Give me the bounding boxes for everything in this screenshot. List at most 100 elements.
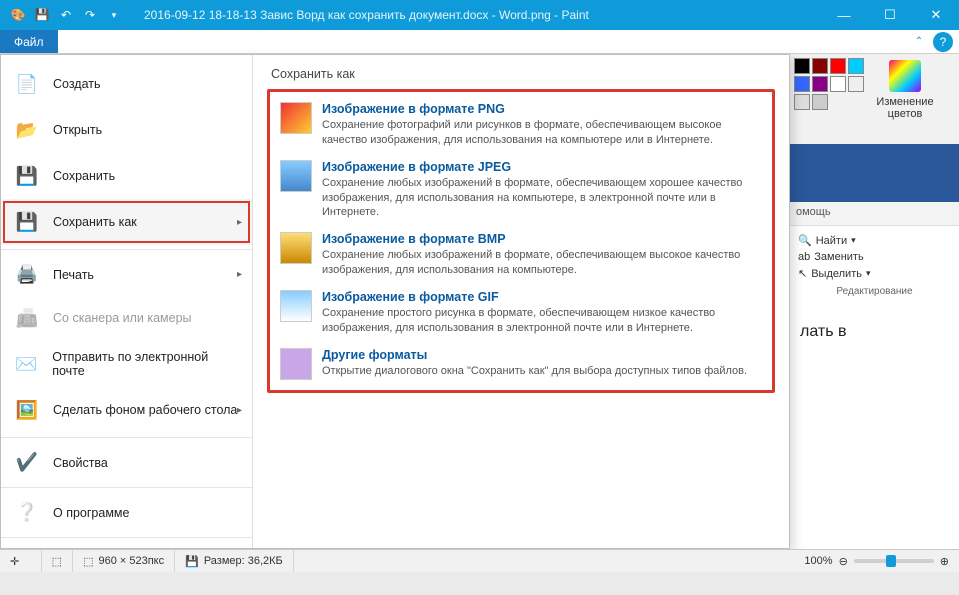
menu-item-scanner: Со сканера или камеры	[1, 295, 252, 341]
menu-label: Создать	[53, 77, 101, 91]
option-title: Изображение в формате BMP	[322, 232, 762, 246]
scanner-icon	[15, 306, 39, 330]
file-submenu: Сохранить как Изображение в формате PNGС…	[253, 55, 789, 548]
option-desc: Открытие диалогового окна "Сохранить как…	[322, 364, 747, 379]
color-swatch[interactable]	[848, 58, 864, 74]
save-as-icon	[15, 210, 39, 234]
dims-value: 960 × 523пкс	[98, 555, 164, 567]
crosshair-icon: ✛	[10, 555, 19, 568]
submenu-arrow-icon: ▸	[237, 217, 242, 228]
save-as-options: Изображение в формате PNG Сохранение фото…	[267, 89, 775, 393]
save-icon	[15, 164, 39, 188]
file-menu: Создать Открыть Сохранить Сохранить как ▸…	[0, 54, 790, 549]
collapse-ribbon-icon[interactable]: ⌃	[909, 30, 929, 53]
file-tab[interactable]: Файл	[0, 30, 58, 53]
status-coords: ✛+	[0, 550, 42, 572]
editing-group-label: Редактирование	[798, 282, 951, 297]
select-button[interactable]: ↖ Выделить ▾	[798, 265, 951, 282]
save-as-jpeg[interactable]: Изображение в формате JPEG Сохранение люб…	[272, 154, 770, 227]
option-title: Изображение в формате GIF	[322, 290, 762, 304]
replace-button[interactable]: abЗаменить	[798, 249, 951, 265]
word-document-peek: омощь 🔍 Найти ▾ abЗаменить ↖ Выделить ▾ Реда…	[789, 144, 959, 572]
menu-item-properties[interactable]: Свойства	[1, 437, 252, 483]
menu-item-desktop-bg[interactable]: Сделать фоном рабочего стола▸	[1, 387, 252, 433]
save-as-other[interactable]: Другие форматыОткрытие диалогового окна …	[272, 342, 770, 386]
qat-dropdown-icon[interactable]: ▾	[106, 7, 122, 23]
menu-item-open[interactable]: Открыть	[1, 107, 252, 153]
window-controls: — ☐ ✕	[821, 0, 959, 30]
option-title: Изображение в формате PNG	[322, 102, 762, 116]
find-icon: 🔍	[798, 234, 812, 247]
save-as-gif[interactable]: Изображение в формате GIF Сохранение прос…	[272, 284, 770, 342]
zoom-in-button[interactable]: ⊕	[940, 555, 949, 568]
bmp-icon	[280, 232, 312, 264]
properties-icon	[15, 451, 39, 475]
menu-label: Сохранить	[53, 169, 115, 183]
dropdown-icon[interactable]: ▾	[866, 268, 871, 279]
color-swatch[interactable]	[848, 76, 864, 92]
status-dimensions: ⬚960 × 523пкс	[73, 550, 175, 572]
zoom-out-button[interactable]: ⊖	[839, 555, 848, 568]
find-button[interactable]: 🔍 Найти ▾	[798, 232, 951, 249]
menu-label: Печать	[53, 268, 94, 282]
menu-item-create[interactable]: Создать	[1, 61, 252, 107]
option-desc: Сохранение любых изображений в формате, …	[322, 176, 762, 221]
word-help-hint: омощь	[790, 202, 959, 226]
maximize-button[interactable]: ☐	[867, 0, 913, 30]
redo-icon[interactable]: ↷	[82, 7, 98, 23]
gif-icon	[280, 290, 312, 322]
find-label: Найти	[816, 235, 847, 247]
status-bar: ✛+ ⬚ ⬚960 × 523пкс 💾Размер: 36,2КБ 100% …	[0, 549, 959, 572]
menu-label: Сохранить как	[53, 215, 137, 229]
save-as-png[interactable]: Изображение в формате PNG Сохранение фото…	[272, 96, 770, 154]
menu-item-print[interactable]: Печать ▸	[1, 249, 252, 295]
selection-icon: ⬚	[52, 555, 62, 568]
zoom-control: 100% ⊖ ⊕	[794, 555, 959, 568]
menu-item-save[interactable]: Сохранить	[1, 153, 252, 199]
menu-label: Со сканера или камеры	[53, 311, 192, 325]
size-value: Размер: 36,2КБ	[204, 555, 283, 567]
color-swatch[interactable]	[812, 76, 828, 92]
workspace: Изменение цветов омощь 🔍 Найти ▾ abЗаменит…	[0, 54, 959, 572]
menu-label: Сделать фоном рабочего стола	[53, 403, 237, 417]
replace-icon: ab	[798, 251, 810, 263]
edit-colors-icon	[889, 60, 921, 92]
color-swatch[interactable]	[812, 58, 828, 74]
status-filesize: 💾Размер: 36,2КБ	[175, 550, 294, 572]
option-desc: Сохранение фотографий или рисунков в фор…	[322, 118, 762, 148]
submenu-arrow-icon: ▸	[237, 405, 242, 416]
color-swatch[interactable]	[812, 94, 828, 110]
option-desc: Сохранение простого рисунка в формате, о…	[322, 306, 762, 336]
quick-access-toolbar: 🎨 💾 ↶ ↷ ▾	[0, 7, 132, 23]
zoom-slider[interactable]	[854, 559, 934, 563]
zoom-thumb[interactable]	[886, 555, 896, 567]
select-label: Выделить	[811, 268, 862, 280]
option-title: Изображение в формате JPEG	[322, 160, 762, 174]
save-icon[interactable]: 💾	[34, 7, 50, 23]
menu-item-mail[interactable]: Отправить по электронной почте	[1, 341, 252, 387]
color-swatch[interactable]	[794, 58, 810, 74]
title-bar: 🎨 💾 ↶ ↷ ▾ 2016-09-12 18-18-13 Завис Ворд…	[0, 0, 959, 30]
file-menu-list: Создать Открыть Сохранить Сохранить как ▸…	[1, 55, 253, 548]
color-swatch[interactable]	[830, 58, 846, 74]
undo-icon[interactable]: ↶	[58, 7, 74, 23]
open-file-icon	[15, 118, 39, 142]
menu-item-save-as[interactable]: Сохранить как ▸	[1, 199, 252, 245]
select-icon: ↖	[798, 267, 807, 280]
status-selection: ⬚	[42, 550, 73, 572]
close-button[interactable]: ✕	[913, 0, 959, 30]
color-swatch[interactable]	[794, 94, 810, 110]
png-icon	[280, 102, 312, 134]
edit-colors-button[interactable]: Изменение цветов	[870, 54, 940, 144]
jpeg-icon	[280, 160, 312, 192]
help-icon[interactable]: ?	[933, 32, 953, 52]
dropdown-icon[interactable]: ▾	[851, 235, 856, 246]
color-swatches	[790, 54, 870, 144]
color-swatch[interactable]	[794, 76, 810, 92]
color-swatch[interactable]	[830, 76, 846, 92]
submenu-arrow-icon: ▸	[237, 269, 242, 280]
about-icon	[15, 501, 39, 525]
save-as-bmp[interactable]: Изображение в формате BMPСохранение любы…	[272, 226, 770, 284]
minimize-button[interactable]: —	[821, 0, 867, 30]
menu-item-about[interactable]: О программе	[1, 487, 252, 533]
